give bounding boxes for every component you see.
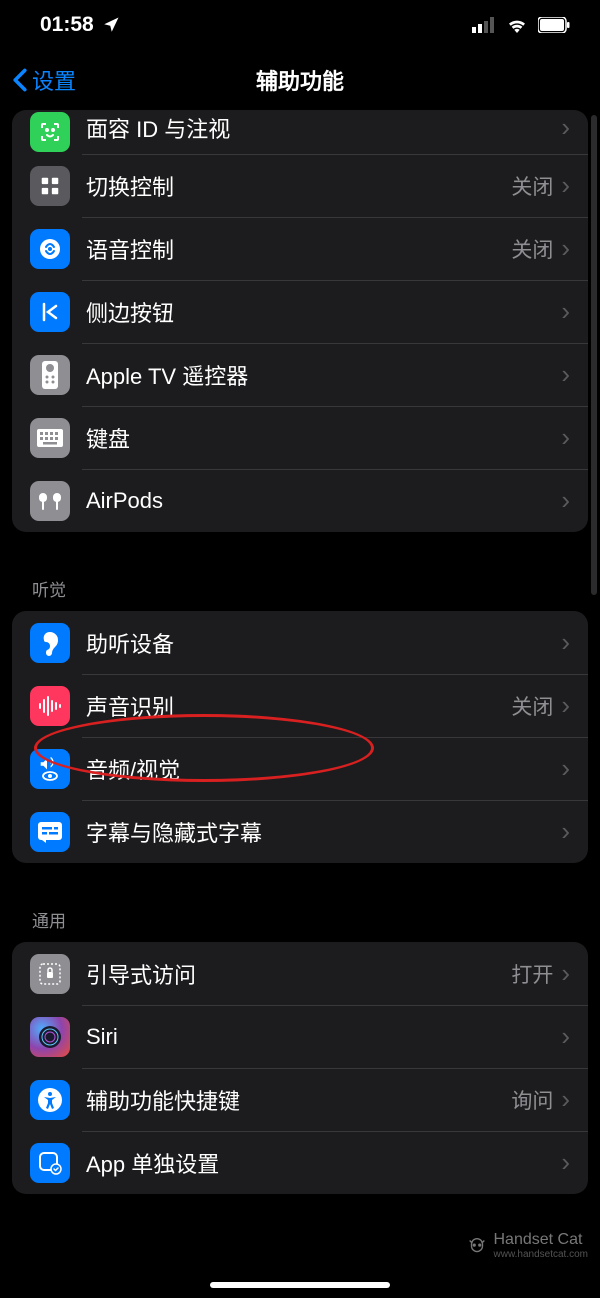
ear-icon (30, 623, 70, 663)
chevron-right-icon: › (561, 485, 570, 516)
physical-section: 面容 ID 与注视 › 切换控制 关闭 › 语音控制 关闭 › 侧边按钮 › (12, 110, 588, 532)
chevron-right-icon: › (561, 958, 570, 989)
chevron-right-icon: › (561, 816, 570, 847)
row-audio-visual[interactable]: 音频/视觉 › (12, 737, 588, 800)
row-label: 面容 ID 与注视 (86, 112, 561, 144)
airpods-icon (30, 481, 70, 521)
voice-control-icon (30, 229, 70, 269)
row-accessibility-shortcut[interactable]: 辅助功能快捷键 询问 › (12, 1068, 588, 1131)
row-label: 引导式访问 (86, 958, 511, 990)
subtitles-icon (30, 812, 70, 852)
row-detail: 关闭 (511, 691, 553, 721)
keyboard-icon (30, 418, 70, 458)
per-app-icon (30, 1143, 70, 1183)
row-label: 语音控制 (86, 233, 511, 265)
status-time: 01:58 (40, 13, 94, 37)
row-keyboard[interactable]: 键盘 › (12, 406, 588, 469)
side-button-icon (30, 292, 70, 332)
row-label: 声音识别 (86, 690, 511, 722)
chevron-right-icon: › (561, 112, 570, 143)
row-switch-control[interactable]: 切换控制 关闭 › (12, 154, 588, 217)
row-label: 键盘 (86, 422, 561, 454)
row-per-app[interactable]: App 单独设置 › (12, 1131, 588, 1194)
signal-icon (472, 17, 496, 33)
general-section: 引导式访问 打开 › Siri › 辅助功能快捷键 询问 › App 单独设置 … (12, 942, 588, 1194)
row-faceid[interactable]: 面容 ID 与注视 › (12, 110, 588, 154)
row-label: AirPods (86, 488, 561, 514)
watermark: Handset Cat www.handsetcat.com (466, 1231, 589, 1260)
row-label: Siri (86, 1024, 561, 1050)
hearing-section: 助听设备 › 声音识别 关闭 › 音频/视觉 › 字幕与隐藏式字幕 › (12, 611, 588, 863)
nav-bar: 设置 辅助功能 (0, 50, 600, 110)
back-button[interactable]: 设置 (12, 64, 76, 96)
content-scroll[interactable]: 面容 ID 与注视 › 切换控制 关闭 › 语音控制 关闭 › 侧边按钮 › (0, 110, 600, 1298)
chevron-right-icon: › (561, 1021, 570, 1052)
row-label: App 单独设置 (86, 1147, 561, 1179)
row-label: 助听设备 (86, 627, 561, 659)
chevron-right-icon: › (561, 422, 570, 453)
chevron-right-icon: › (561, 233, 570, 264)
row-detail: 询问 (511, 1085, 553, 1115)
back-label: 设置 (32, 64, 76, 96)
row-detail: 打开 (511, 959, 553, 989)
location-icon (102, 16, 120, 34)
nav-title: 辅助功能 (256, 64, 344, 96)
row-guided-access[interactable]: 引导式访问 打开 › (12, 942, 588, 1005)
row-subtitles[interactable]: 字幕与隐藏式字幕 › (12, 800, 588, 863)
watermark-text: Handset Cat (494, 1231, 589, 1249)
hearing-header: 听觉 (12, 568, 588, 611)
row-label: Apple TV 遥控器 (86, 359, 561, 391)
battery-icon (538, 17, 570, 33)
row-label: 音频/视觉 (86, 753, 561, 785)
row-detail: 关闭 (511, 171, 553, 201)
switch-control-icon (30, 166, 70, 206)
wifi-icon (506, 17, 528, 33)
status-right (472, 17, 570, 33)
row-siri[interactable]: Siri › (12, 1005, 588, 1068)
audio-visual-icon (30, 749, 70, 789)
faceid-icon (30, 112, 70, 152)
chevron-right-icon: › (561, 359, 570, 390)
row-sound-recognition[interactable]: 声音识别 关闭 › (12, 674, 588, 737)
siri-icon (30, 1017, 70, 1057)
chevron-right-icon: › (561, 296, 570, 327)
chevron-right-icon: › (561, 1147, 570, 1178)
home-indicator[interactable] (210, 1282, 390, 1288)
chevron-right-icon: › (561, 753, 570, 784)
status-left: 01:58 (40, 13, 120, 37)
watermark-logo-icon (466, 1235, 488, 1257)
chevron-right-icon: › (561, 627, 570, 658)
accessibility-icon (30, 1080, 70, 1120)
row-apple-tv[interactable]: Apple TV 遥控器 › (12, 343, 588, 406)
row-airpods[interactable]: AirPods › (12, 469, 588, 532)
row-side-button[interactable]: 侧边按钮 › (12, 280, 588, 343)
row-label: 切换控制 (86, 170, 511, 202)
row-label: 侧边按钮 (86, 296, 561, 328)
row-voice-control[interactable]: 语音控制 关闭 › (12, 217, 588, 280)
row-hearing-devices[interactable]: 助听设备 › (12, 611, 588, 674)
chevron-right-icon: › (561, 1084, 570, 1115)
watermark-url: www.handsetcat.com (494, 1249, 589, 1260)
chevron-right-icon: › (561, 690, 570, 721)
chevron-right-icon: › (561, 170, 570, 201)
apple-tv-remote-icon (30, 355, 70, 395)
status-bar: 01:58 (0, 0, 600, 50)
chevron-left-icon (12, 68, 28, 92)
row-label: 字幕与隐藏式字幕 (86, 816, 561, 848)
row-detail: 关闭 (511, 234, 553, 264)
row-label: 辅助功能快捷键 (86, 1084, 511, 1116)
scrollbar[interactable] (591, 115, 597, 595)
sound-recognition-icon (30, 686, 70, 726)
guided-access-icon (30, 954, 70, 994)
general-header: 通用 (12, 899, 588, 942)
